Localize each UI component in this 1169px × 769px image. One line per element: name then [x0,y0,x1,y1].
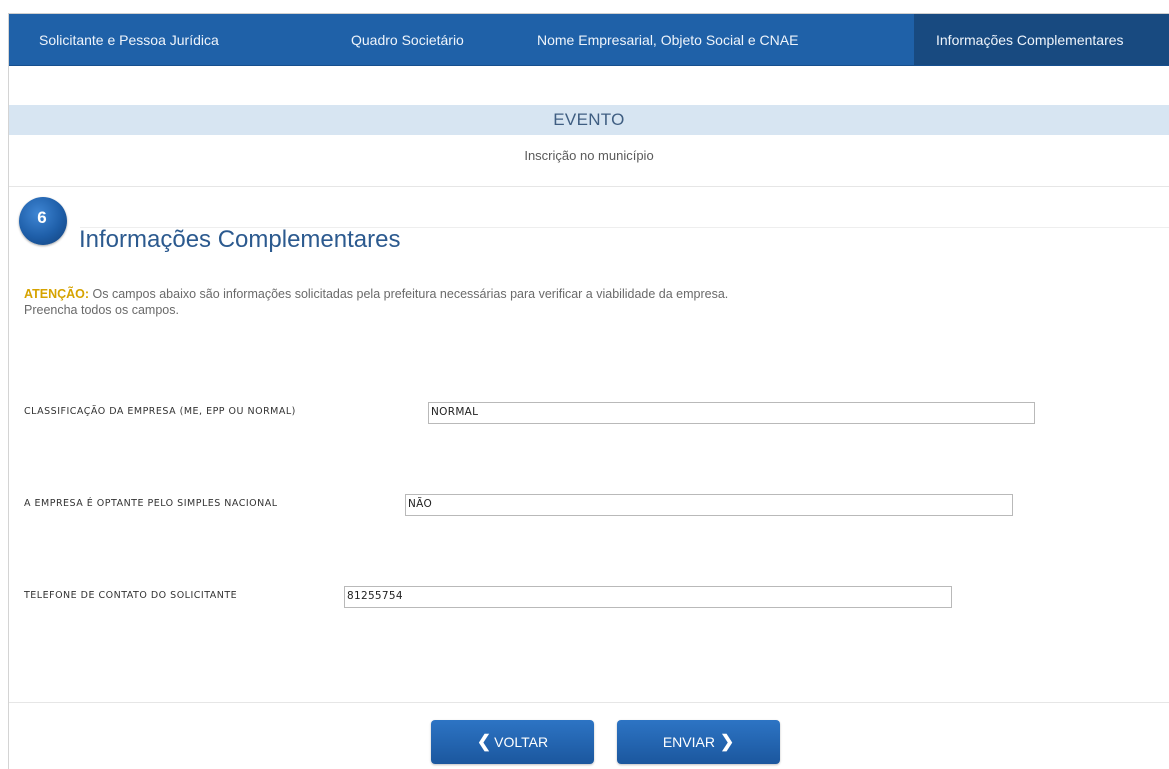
tab-solicitante[interactable]: Solicitante e Pessoa Jurídica [9,14,309,65]
telefone-field[interactable]: 81255754 [344,586,952,608]
send-button-label: ENVIAR [662,734,715,750]
chevron-left-icon: ❮ [476,732,492,751]
telefone-label: TELEFONE DE CONTATO DO SOLICITANTE [24,590,238,601]
classificacao-field[interactable]: NORMAL [428,402,1035,424]
chevron-right-icon: ❯ [719,732,735,751]
step-number-badge: 6 [19,197,67,245]
classificacao-label: CLASSIFICAÇÃO DA EMPRESA (ME, EPP OU NOR… [24,406,296,417]
section-title: Informações Complementares [79,226,401,253]
tab-informacoes-complementares[interactable]: Informações Complementares [914,14,1169,65]
send-button[interactable]: ENVIAR ❯ [617,720,780,764]
step-number: 6 [37,208,47,227]
attention-label: ATENÇÃO: [24,287,90,301]
back-button[interactable]: ❮ VOLTAR [431,720,594,764]
divider [9,186,1169,187]
tab-quadro-societario[interactable]: Quadro Societário [309,14,514,65]
evento-description: Inscrição no município [524,148,654,163]
evento-header: EVENTO [9,105,1169,135]
evento-title: EVENTO [553,110,625,129]
attention-text-2: Preencha todos os campos. [24,303,179,317]
simples-nacional-label: A EMPRESA É OPTANTE PELO SIMPLES NACIONA… [24,498,278,509]
simples-nacional-field[interactable]: NÃO [405,494,1013,516]
tab-nome-empresarial[interactable]: Nome Empresarial, Objeto Social e CNAE [514,14,914,65]
step-tabs: Solicitante e Pessoa Jurídica Quadro Soc… [9,14,1169,66]
attention-text: Os campos abaixo são informações solicit… [89,287,729,301]
attention-notice: ATENÇÃO: Os campos abaixo são informaçõe… [24,286,1024,318]
divider [9,702,1169,703]
back-button-label: VOLTAR [494,734,549,750]
top-border [8,0,1169,14]
